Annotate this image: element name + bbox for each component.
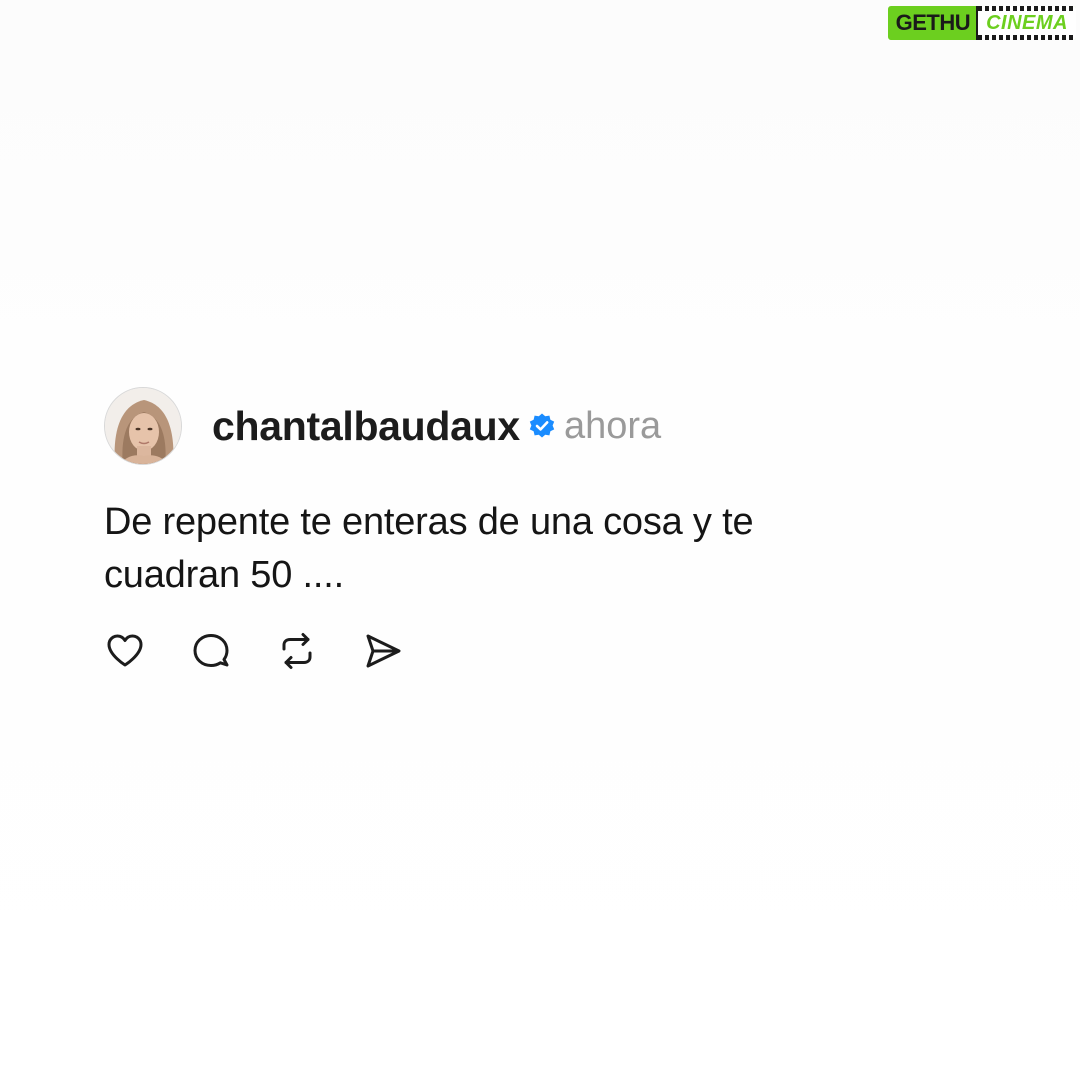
heart-icon (107, 634, 143, 667)
watermark-logo: GETHU CINEMA (887, 6, 1076, 40)
post-text: De repente te enteras de una cosa y te c… (104, 496, 984, 602)
watermark-right-text: CINEMA (986, 11, 1068, 34)
repost-icon (282, 633, 312, 669)
watermark-left-text: GETHU (895, 10, 971, 35)
username[interactable]: chantalbaudaux (212, 403, 520, 450)
film-strip-decoration (978, 6, 1076, 11)
post-text-line: De repente te enteras de una cosa y te (104, 501, 754, 543)
share-button[interactable] (362, 630, 404, 672)
post-text-line: cuadran 50 .... (104, 554, 344, 596)
post-timestamp: ahora (563, 404, 662, 447)
comment-icon (193, 634, 229, 667)
post-actions (104, 630, 448, 672)
share-icon (366, 634, 401, 668)
watermark-right: CINEMA (976, 6, 1076, 40)
avatar[interactable] (104, 387, 182, 465)
post-card: chantalbaudaux ahora De repente te enter… (104, 386, 984, 602)
post-header: chantalbaudaux ahora (104, 386, 984, 466)
film-strip-decoration (978, 35, 1076, 40)
comment-button[interactable] (190, 630, 232, 672)
like-button[interactable] (104, 630, 146, 672)
repost-button[interactable] (276, 630, 318, 672)
verified-badge-icon (528, 412, 556, 440)
